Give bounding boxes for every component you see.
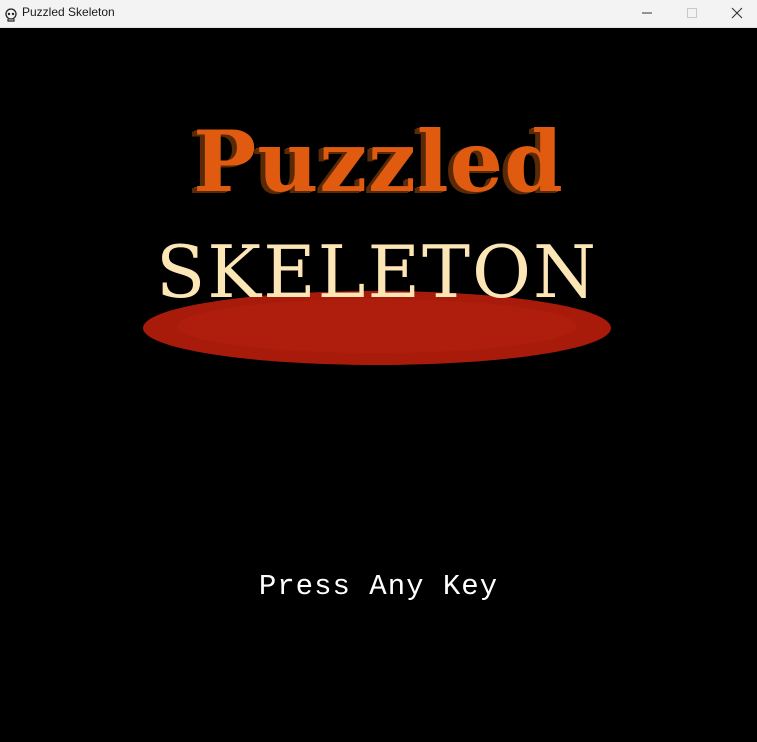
close-button[interactable] [714,0,757,27]
minimize-button[interactable] [624,0,670,27]
minimize-icon [642,12,652,14]
close-icon [731,7,743,19]
logo-skeleton-text: SKELETON [155,230,599,314]
logo-puzzled-text: Puzzled [193,112,564,211]
window-title: Puzzled Skeleton [22,5,115,19]
skull-icon [4,7,18,22]
maximize-icon [687,8,697,18]
game-canvas[interactable]: Puzzled SKELETON SKELETON Press Any Key [0,28,757,742]
press-any-key-prompt: Press Any Key [258,570,499,603]
maximize-button[interactable] [669,0,715,27]
window-titlebar[interactable]: Puzzled Skeleton [0,0,757,28]
